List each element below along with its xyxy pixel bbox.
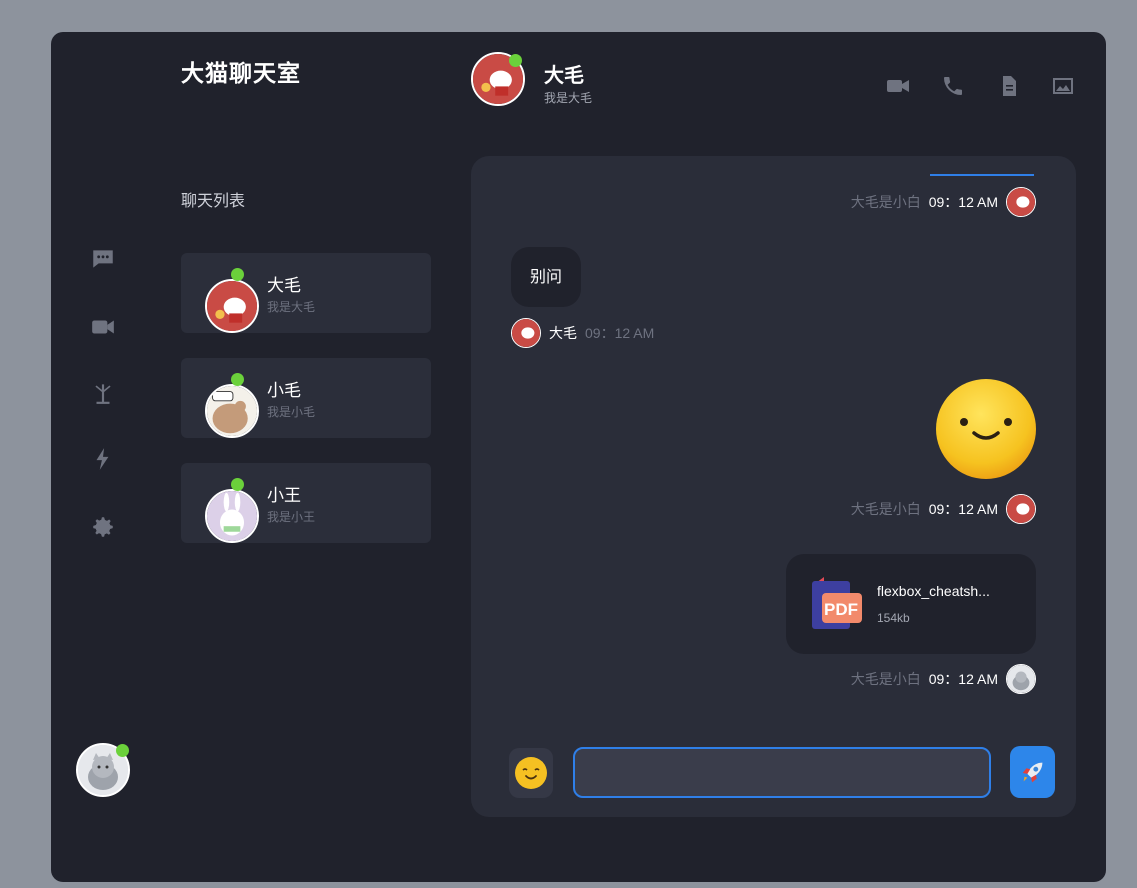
- chat-contact-status: 我是大毛: [544, 91, 593, 105]
- contact-name: 小王: [267, 486, 301, 505]
- plant-icon[interactable]: [89, 378, 117, 406]
- message-meta: 大毛是小白 09：12 AM: [851, 187, 1036, 217]
- pdf-file-icon: PDF: [810, 577, 862, 631]
- online-indicator: [231, 373, 244, 386]
- contact-item-xiaomao[interactable]: 小毛 我是小毛: [181, 358, 431, 438]
- message-meta: 大毛 09：12 AM: [511, 318, 654, 348]
- message-sender-name: 大毛: [549, 325, 577, 341]
- send-button[interactable]: [1010, 746, 1055, 798]
- online-indicator: [231, 478, 244, 491]
- message-time: 09：12 AM: [928, 194, 998, 210]
- chat-header-avatar[interactable]: [471, 52, 525, 106]
- online-indicator: [231, 268, 244, 281]
- online-indicator: [116, 744, 129, 757]
- contact-item-damao[interactable]: 大毛 我是大毛: [181, 253, 431, 333]
- emoji-picker-icon: [515, 757, 547, 789]
- nav-rail: [51, 32, 155, 882]
- contact-name: 小毛: [267, 381, 301, 400]
- rocket-send-icon: [1022, 762, 1042, 783]
- lightning-icon[interactable]: [89, 445, 117, 473]
- file-size: 154kb: [877, 611, 910, 625]
- contact-item-xiaowang[interactable]: 小王 我是小王: [181, 463, 431, 543]
- contact-status: 我是小王: [267, 510, 316, 524]
- chat-bubble-icon[interactable]: [89, 245, 117, 273]
- message-meta: 大毛是小白 09：12 AM: [851, 494, 1036, 524]
- phone-icon[interactable]: [939, 72, 967, 100]
- sender-avatar: [1006, 187, 1036, 217]
- message-author: 大毛是小白: [850, 194, 921, 210]
- chat-app-window: 大猫聊天室 聊天列表 大毛 我是大毛 小毛 我是小毛 小王 我是小王 大毛 我是…: [51, 32, 1106, 882]
- chat-list-title: 聊天列表: [181, 193, 246, 210]
- image-icon[interactable]: [1049, 72, 1077, 100]
- file-attachment-card[interactable]: PDF flexbox_cheatsh... 154kb: [786, 554, 1036, 654]
- chat-messages-panel[interactable]: 大毛是小白 09：12 AM 别问 大毛 09：12 AM 大毛是小白 09：1…: [471, 156, 1076, 817]
- message-author: 大毛是小白: [850, 671, 921, 687]
- contact-status: 我是小毛: [267, 405, 316, 419]
- message-input[interactable]: [573, 747, 991, 798]
- message-author: 大毛是小白: [850, 501, 921, 517]
- app-title: 大猫聊天室: [181, 60, 301, 86]
- contact-status: 我是大毛: [267, 300, 316, 314]
- message-meta: 大毛是小白 09：12 AM: [851, 664, 1036, 694]
- contact-name: 大毛: [267, 276, 301, 295]
- video-camera-icon[interactable]: [89, 313, 117, 341]
- settings-gear-icon[interactable]: [89, 513, 117, 541]
- incoming-message-bubble[interactable]: 别问: [511, 247, 582, 307]
- message-time: 09：12 AM: [585, 325, 655, 341]
- sender-avatar: [511, 318, 541, 348]
- online-indicator: [509, 54, 522, 67]
- document-icon[interactable]: [995, 72, 1023, 100]
- pdf-label: PDF: [824, 600, 858, 619]
- emoji-picker-button[interactable]: [509, 748, 553, 798]
- file-name: flexbox_cheatsh...: [877, 583, 990, 599]
- smiley-emoji-icon[interactable]: [936, 379, 1036, 479]
- current-user-avatar[interactable]: [76, 743, 130, 797]
- scroll-indicator: [930, 174, 1034, 176]
- sender-avatar: [1006, 494, 1036, 524]
- message-time: 09：12 AM: [928, 501, 998, 517]
- video-call-icon[interactable]: [884, 72, 912, 100]
- sender-avatar: [1006, 664, 1036, 694]
- message-time: 09：12 AM: [928, 671, 998, 687]
- chat-contact-name: 大毛: [544, 65, 584, 87]
